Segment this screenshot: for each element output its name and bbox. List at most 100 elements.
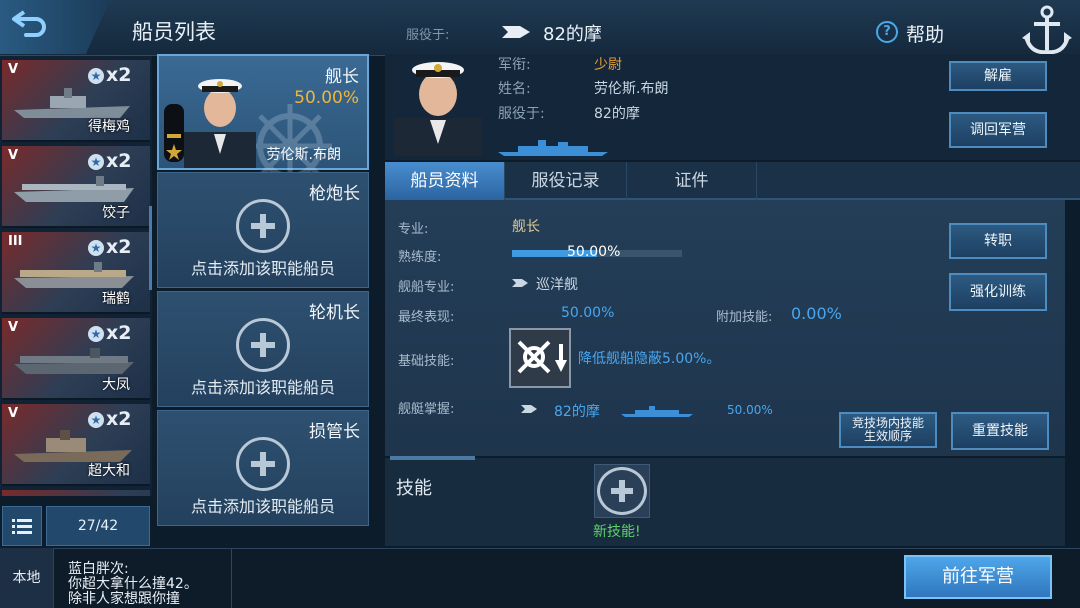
proficiency-label: 熟练度: bbox=[398, 250, 442, 265]
arena-skill-order-button[interactable]: 竞技场内技能 生效顺序 bbox=[839, 412, 937, 448]
ship-silhouette-icon bbox=[621, 406, 693, 417]
intensive-training-button[interactable]: 强化训练 bbox=[949, 273, 1047, 311]
mastery-ship-name: 82的摩 bbox=[554, 404, 600, 420]
cruiser-class-icon bbox=[512, 279, 528, 287]
skills-label: 技能 bbox=[396, 478, 432, 499]
recall-barracks-button[interactable]: 调回军营 bbox=[949, 112, 1047, 148]
ship-name: 大凤 bbox=[102, 377, 130, 393]
tab-bar: 船员资料 服役记录 证件 bbox=[385, 162, 1080, 200]
help-button[interactable]: 帮助 bbox=[906, 20, 944, 47]
slot-role: 舰长 bbox=[325, 67, 359, 87]
tab-service-record[interactable]: 服役记录 bbox=[505, 162, 627, 200]
concealment-icon bbox=[511, 330, 569, 386]
ship-tier: III bbox=[8, 234, 23, 249]
spec-label: 专业: bbox=[398, 222, 429, 237]
list-view-button[interactable] bbox=[2, 506, 42, 546]
ship-list[interactable]: V ★ x2 得梅鸡 V ★ x2 饺子 III ★ x2 瑞鹤 V ★ x2 … bbox=[0, 56, 152, 496]
ship-card[interactable] bbox=[2, 490, 150, 496]
ship-spec-label: 舰船专业: bbox=[398, 280, 455, 295]
transfer-button[interactable]: 转职 bbox=[949, 223, 1047, 259]
slot-hint: 点击添加该职能船员 bbox=[190, 378, 335, 397]
spec-value: 舰长 bbox=[512, 219, 540, 235]
ship-multiplier: x2 bbox=[106, 64, 132, 86]
star-icon: ★ bbox=[88, 154, 104, 170]
dismiss-button[interactable]: 解雇 bbox=[949, 61, 1047, 91]
section-divider bbox=[390, 456, 475, 460]
tab-documents[interactable]: 证件 bbox=[627, 162, 757, 200]
add-crew-icon[interactable] bbox=[236, 199, 290, 253]
serve-ship-value: 82的摩 bbox=[594, 106, 640, 122]
ship-tier: V bbox=[8, 320, 19, 335]
ship-card[interactable]: V ★ x2 得梅鸡 bbox=[2, 60, 150, 142]
list-scrollbar[interactable] bbox=[149, 206, 152, 290]
chat-line: 除非人家想跟你撞 bbox=[68, 591, 180, 607]
officer-portrait bbox=[184, 79, 256, 168]
ship-card[interactable]: V ★ x2 超大和 bbox=[2, 404, 150, 486]
mastery-percent: 50.00% bbox=[727, 403, 773, 417]
extra-skill-value: 0.00% bbox=[791, 304, 842, 323]
officer-name: 劳伦斯.布朗 bbox=[594, 81, 669, 97]
ship-tier: V bbox=[8, 406, 19, 421]
chat-line: 你超大拿什么撞42。 bbox=[68, 576, 198, 592]
slot-role: 损管长 bbox=[309, 422, 360, 442]
ship-mastery-label: 舰艇掌握: bbox=[398, 402, 455, 417]
slot-role: 轮机长 bbox=[309, 303, 360, 323]
list-icon bbox=[12, 519, 32, 534]
base-skill-label: 基础技能: bbox=[398, 354, 455, 369]
ship-card[interactable]: V ★ x2 饺子 bbox=[2, 146, 150, 228]
serve-label: 服役于: bbox=[406, 28, 450, 43]
base-skill-description: 降低舰船隐蔽5.00%。 bbox=[578, 351, 721, 367]
star-icon: ★ bbox=[88, 412, 104, 428]
page-title: 船员列表 bbox=[132, 20, 216, 44]
rank-value: 少尉 bbox=[594, 57, 622, 73]
ship-name: 得梅鸡 bbox=[88, 119, 130, 135]
damage-control-slot[interactable]: 损管长 点击添加该职能船员 bbox=[157, 410, 369, 526]
engineer-slot[interactable]: 轮机长 点击添加该职能船员 bbox=[157, 291, 369, 407]
extra-skill-label: 附加技能: bbox=[716, 310, 773, 325]
proficiency-value: 50.00% bbox=[567, 244, 621, 260]
final-performance-label: 最终表现: bbox=[398, 310, 455, 325]
ship-name: 饺子 bbox=[102, 205, 130, 221]
ship-tier: V bbox=[8, 62, 19, 77]
star-icon: ★ bbox=[88, 240, 104, 256]
add-crew-icon[interactable] bbox=[236, 318, 290, 372]
back-arrow-icon[interactable] bbox=[10, 8, 50, 38]
chat-message: 蓝白胖次: 你超大拿什么撞42。 除非人家想跟你撞 bbox=[68, 561, 231, 607]
chat-channel-button[interactable]: 本地 bbox=[0, 548, 54, 608]
anchor-icon bbox=[1022, 5, 1072, 55]
help-icon[interactable]: ? bbox=[876, 21, 898, 43]
ship-tier: V bbox=[8, 148, 19, 163]
serve-ship-name: 82的摩 bbox=[543, 24, 602, 45]
arena-order-line2: 生效顺序 bbox=[863, 429, 912, 443]
crew-count: 27/42 bbox=[46, 506, 150, 546]
concealment-skill-icon[interactable] bbox=[509, 328, 571, 388]
ship-silhouette-icon bbox=[498, 140, 608, 156]
gunner-slot[interactable]: 枪炮长 点击添加该职能船员 bbox=[157, 172, 369, 288]
ship-name: 超大和 bbox=[88, 463, 130, 479]
slot-hint: 点击添加该职能船员 bbox=[190, 497, 335, 516]
rank-label: 军衔: bbox=[498, 57, 531, 73]
officer-large-portrait bbox=[394, 62, 482, 156]
ship-multiplier: x2 bbox=[106, 236, 132, 258]
name-label: 姓名: bbox=[498, 81, 531, 97]
serve-ship-label: 服役于: bbox=[498, 106, 545, 122]
shoulder-board-icon bbox=[164, 104, 184, 162]
add-skill-icon[interactable] bbox=[597, 467, 647, 515]
goto-barracks-button[interactable]: 前往军营 bbox=[904, 555, 1052, 599]
chat-box[interactable]: 蓝白胖次: 你超大拿什么撞42。 除非人家想跟你撞 bbox=[56, 548, 232, 608]
ship-multiplier: x2 bbox=[106, 322, 132, 344]
reset-skills-button[interactable]: 重置技能 bbox=[951, 412, 1049, 450]
slot-role: 枪炮长 bbox=[309, 184, 360, 204]
ship-card[interactable]: III ★ x2 瑞鹤 bbox=[2, 232, 150, 314]
tab-crew-profile[interactable]: 船员资料 bbox=[385, 162, 505, 200]
add-crew-icon[interactable] bbox=[236, 437, 290, 491]
new-skill-label: 新技能! bbox=[593, 524, 641, 540]
cruiser-class-icon bbox=[502, 26, 530, 38]
slot-hint: 点击添加该职能船员 bbox=[190, 259, 335, 278]
ship-spec-value: 巡洋舰 bbox=[536, 277, 578, 293]
ship-card[interactable]: V ★ x2 大凤 bbox=[2, 318, 150, 400]
chat-sender: 蓝白胖次: bbox=[68, 561, 129, 577]
ship-multiplier: x2 bbox=[106, 408, 132, 430]
cruiser-class-icon bbox=[521, 405, 537, 413]
final-performance-value: 50.00% bbox=[561, 305, 615, 321]
